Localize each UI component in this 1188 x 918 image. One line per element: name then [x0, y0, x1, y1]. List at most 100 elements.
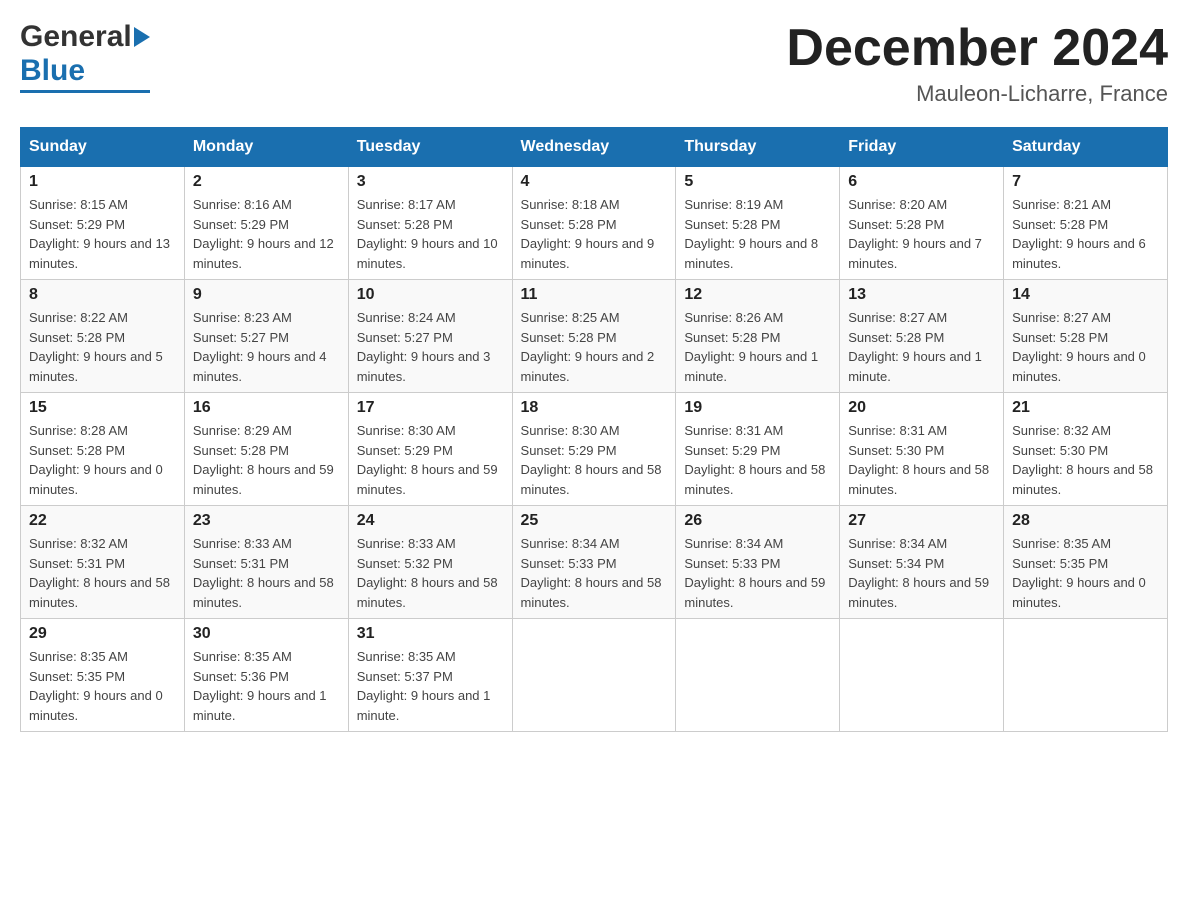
calendar-cell: 25 Sunrise: 8:34 AMSunset: 5:33 PMDayligh… — [512, 506, 676, 619]
day-info: Sunrise: 8:31 AMSunset: 5:30 PMDaylight:… — [848, 421, 995, 499]
day-number: 21 — [1012, 399, 1159, 417]
calendar-cell: 7 Sunrise: 8:21 AMSunset: 5:28 PMDaylight… — [1004, 167, 1168, 280]
calendar-cell: 2Sunrise: 8:16 AMSunset: 5:29 PMDaylight… — [184, 167, 348, 280]
day-info: Sunrise: 8:33 AMSunset: 5:32 PMDaylight:… — [357, 534, 504, 612]
calendar-week-row: 29 Sunrise: 8:35 AMSunset: 5:35 PMDayligh… — [21, 619, 1168, 732]
calendar-cell: 16 Sunrise: 8:29 AMSunset: 5:28 PMDayligh… — [184, 393, 348, 506]
day-number: 12 — [684, 286, 831, 304]
day-number: 7 — [1012, 173, 1159, 191]
calendar-cell: 11Sunrise: 8:25 AMSunset: 5:28 PMDayligh… — [512, 280, 676, 393]
calendar-cell: 23 Sunrise: 8:33 AMSunset: 5:31 PMDayligh… — [184, 506, 348, 619]
day-number: 20 — [848, 399, 995, 417]
day-info: Sunrise: 8:18 AMSunset: 5:28 PMDaylight:… — [521, 195, 668, 273]
logo-general-text: General — [20, 20, 132, 54]
day-number: 27 — [848, 512, 995, 530]
day-header-thursday: Thursday — [676, 128, 840, 167]
logo: General Blue — [20, 20, 150, 93]
calendar-cell: 17Sunrise: 8:30 AMSunset: 5:29 PMDayligh… — [348, 393, 512, 506]
day-number: 18 — [521, 399, 668, 417]
day-info: Sunrise: 8:31 AMSunset: 5:29 PMDaylight:… — [684, 421, 831, 499]
calendar-week-row: 15 Sunrise: 8:28 AMSunset: 5:28 PMDayligh… — [21, 393, 1168, 506]
logo-underline — [20, 90, 150, 93]
day-number: 11 — [521, 286, 668, 304]
day-info: Sunrise: 8:28 AMSunset: 5:28 PMDaylight:… — [29, 421, 176, 499]
calendar-cell: 30 Sunrise: 8:35 AMSunset: 5:36 PMDayligh… — [184, 619, 348, 732]
calendar-week-row: 22 Sunrise: 8:32 AMSunset: 5:31 PMDayligh… — [21, 506, 1168, 619]
calendar-week-row: 1 Sunrise: 8:15 AMSunset: 5:29 PMDaylight… — [21, 167, 1168, 280]
day-info: Sunrise: 8:15 AMSunset: 5:29 PMDaylight:… — [29, 195, 176, 273]
logo-arrow-icon — [134, 27, 150, 47]
day-number: 15 — [29, 399, 176, 417]
location-subtitle: Mauleon-Licharre, France — [786, 81, 1168, 107]
calendar-header: SundayMondayTuesdayWednesdayThursdayFrid… — [21, 128, 1168, 167]
day-info: Sunrise: 8:23 AMSunset: 5:27 PMDaylight:… — [193, 308, 340, 386]
day-number: 6 — [848, 173, 995, 191]
calendar-cell: 12 Sunrise: 8:26 AMSunset: 5:28 PMDayligh… — [676, 280, 840, 393]
calendar-cell: 13Sunrise: 8:27 AMSunset: 5:28 PMDayligh… — [840, 280, 1004, 393]
day-number: 29 — [29, 625, 176, 643]
day-info: Sunrise: 8:17 AMSunset: 5:28 PMDaylight:… — [357, 195, 504, 273]
day-info: Sunrise: 8:29 AMSunset: 5:28 PMDaylight:… — [193, 421, 340, 499]
calendar-cell — [1004, 619, 1168, 732]
title-section: December 2024 Mauleon-Licharre, France — [786, 20, 1168, 107]
day-number: 19 — [684, 399, 831, 417]
calendar-cell — [840, 619, 1004, 732]
day-info: Sunrise: 8:35 AMSunset: 5:35 PMDaylight:… — [29, 647, 176, 725]
day-number: 17 — [357, 399, 504, 417]
calendar-cell: 8 Sunrise: 8:22 AMSunset: 5:28 PMDaylight… — [21, 280, 185, 393]
calendar-cell — [512, 619, 676, 732]
day-number: 25 — [521, 512, 668, 530]
day-info: Sunrise: 8:33 AMSunset: 5:31 PMDaylight:… — [193, 534, 340, 612]
calendar-cell: 27Sunrise: 8:34 AMSunset: 5:34 PMDayligh… — [840, 506, 1004, 619]
calendar-cell: 15 Sunrise: 8:28 AMSunset: 5:28 PMDayligh… — [21, 393, 185, 506]
calendar-cell: 3Sunrise: 8:17 AMSunset: 5:28 PMDaylight… — [348, 167, 512, 280]
day-number: 30 — [193, 625, 340, 643]
day-info: Sunrise: 8:35 AMSunset: 5:36 PMDaylight:… — [193, 647, 340, 725]
calendar-cell: 14 Sunrise: 8:27 AMSunset: 5:28 PMDayligh… — [1004, 280, 1168, 393]
day-number: 16 — [193, 399, 340, 417]
day-header-friday: Friday — [840, 128, 1004, 167]
day-number: 9 — [193, 286, 340, 304]
page-header: General Blue December 2024 Mauleon-Licha… — [20, 20, 1168, 107]
day-number: 10 — [357, 286, 504, 304]
day-info: Sunrise: 8:32 AMSunset: 5:30 PMDaylight:… — [1012, 421, 1159, 499]
calendar-cell: 18Sunrise: 8:30 AMSunset: 5:29 PMDayligh… — [512, 393, 676, 506]
day-header-saturday: Saturday — [1004, 128, 1168, 167]
day-info: Sunrise: 8:34 AMSunset: 5:33 PMDaylight:… — [521, 534, 668, 612]
calendar-cell: 24 Sunrise: 8:33 AMSunset: 5:32 PMDayligh… — [348, 506, 512, 619]
day-number: 23 — [193, 512, 340, 530]
calendar-cell: 1 Sunrise: 8:15 AMSunset: 5:29 PMDaylight… — [21, 167, 185, 280]
day-info: Sunrise: 8:32 AMSunset: 5:31 PMDaylight:… — [29, 534, 176, 612]
day-header-wednesday: Wednesday — [512, 128, 676, 167]
day-number: 13 — [848, 286, 995, 304]
calendar-cell — [676, 619, 840, 732]
calendar-cell: 29 Sunrise: 8:35 AMSunset: 5:35 PMDayligh… — [21, 619, 185, 732]
day-number: 2 — [193, 173, 340, 191]
day-header-monday: Monday — [184, 128, 348, 167]
month-title: December 2024 — [786, 20, 1168, 77]
day-info: Sunrise: 8:35 AMSunset: 5:37 PMDaylight:… — [357, 647, 504, 725]
day-info: Sunrise: 8:22 AMSunset: 5:28 PMDaylight:… — [29, 308, 176, 386]
day-number: 4 — [521, 173, 668, 191]
day-info: Sunrise: 8:21 AMSunset: 5:28 PMDaylight:… — [1012, 195, 1159, 273]
day-info: Sunrise: 8:34 AMSunset: 5:33 PMDaylight:… — [684, 534, 831, 612]
day-info: Sunrise: 8:35 AMSunset: 5:35 PMDaylight:… — [1012, 534, 1159, 612]
calendar-cell: 5Sunrise: 8:19 AMSunset: 5:28 PMDaylight… — [676, 167, 840, 280]
day-number: 8 — [29, 286, 176, 304]
calendar-cell: 28Sunrise: 8:35 AMSunset: 5:35 PMDayligh… — [1004, 506, 1168, 619]
day-number: 24 — [357, 512, 504, 530]
calendar-cell: 21 Sunrise: 8:32 AMSunset: 5:30 PMDayligh… — [1004, 393, 1168, 506]
calendar-cell: 9 Sunrise: 8:23 AMSunset: 5:27 PMDaylight… — [184, 280, 348, 393]
calendar-cell: 4 Sunrise: 8:18 AMSunset: 5:28 PMDaylight… — [512, 167, 676, 280]
day-info: Sunrise: 8:27 AMSunset: 5:28 PMDaylight:… — [1012, 308, 1159, 386]
day-number: 22 — [29, 512, 176, 530]
day-number: 5 — [684, 173, 831, 191]
day-header-tuesday: Tuesday — [348, 128, 512, 167]
calendar-cell: 20 Sunrise: 8:31 AMSunset: 5:30 PMDayligh… — [840, 393, 1004, 506]
day-number: 1 — [29, 173, 176, 191]
day-number: 31 — [357, 625, 504, 643]
calendar-body: 1 Sunrise: 8:15 AMSunset: 5:29 PMDaylight… — [21, 167, 1168, 732]
day-info: Sunrise: 8:26 AMSunset: 5:28 PMDaylight:… — [684, 308, 831, 386]
logo-blue-text: Blue — [20, 54, 85, 88]
day-number: 14 — [1012, 286, 1159, 304]
